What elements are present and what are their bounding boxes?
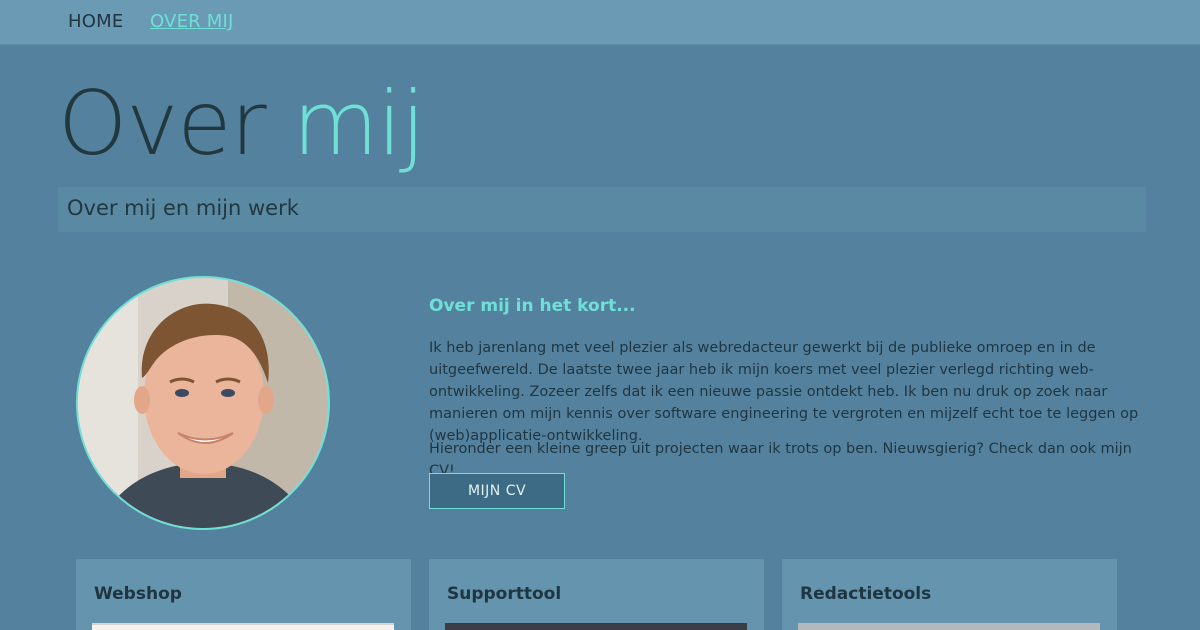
page-title: Over mij [58,77,425,170]
project-thumbnail[interactable] [445,623,747,630]
top-navbar: HOME OVER MIJ [0,0,1200,45]
intro-paragraph: Ik heb jarenlang met veel plezier als we… [429,340,1139,444]
project-card-supporttool[interactable]: Supporttool [429,559,764,630]
project-card-title: Webshop [94,584,182,604]
nav-over-mij-link[interactable]: OVER MIJ [150,11,234,32]
nav-home-link[interactable]: HOME [68,11,123,32]
project-card-redactietools[interactable]: Redactietools [782,559,1117,630]
project-card-title: Supporttool [447,584,562,604]
project-thumbnail[interactable] [92,623,394,630]
project-card-webshop[interactable]: Webshop [76,559,411,630]
profile-photo-illustration [78,278,328,528]
project-thumbnail[interactable] [798,623,1100,630]
intro-heading: Over mij in het kort... [429,296,636,316]
page-title-part1: Over [58,72,267,175]
profile-photo [76,276,330,530]
project-card-title: Redactietools [800,584,932,604]
cv-button[interactable]: MIJN CV [429,473,565,509]
page-title-part2: mij [292,72,426,175]
page-subtitle: Over mij en mijn werk [67,196,299,220]
